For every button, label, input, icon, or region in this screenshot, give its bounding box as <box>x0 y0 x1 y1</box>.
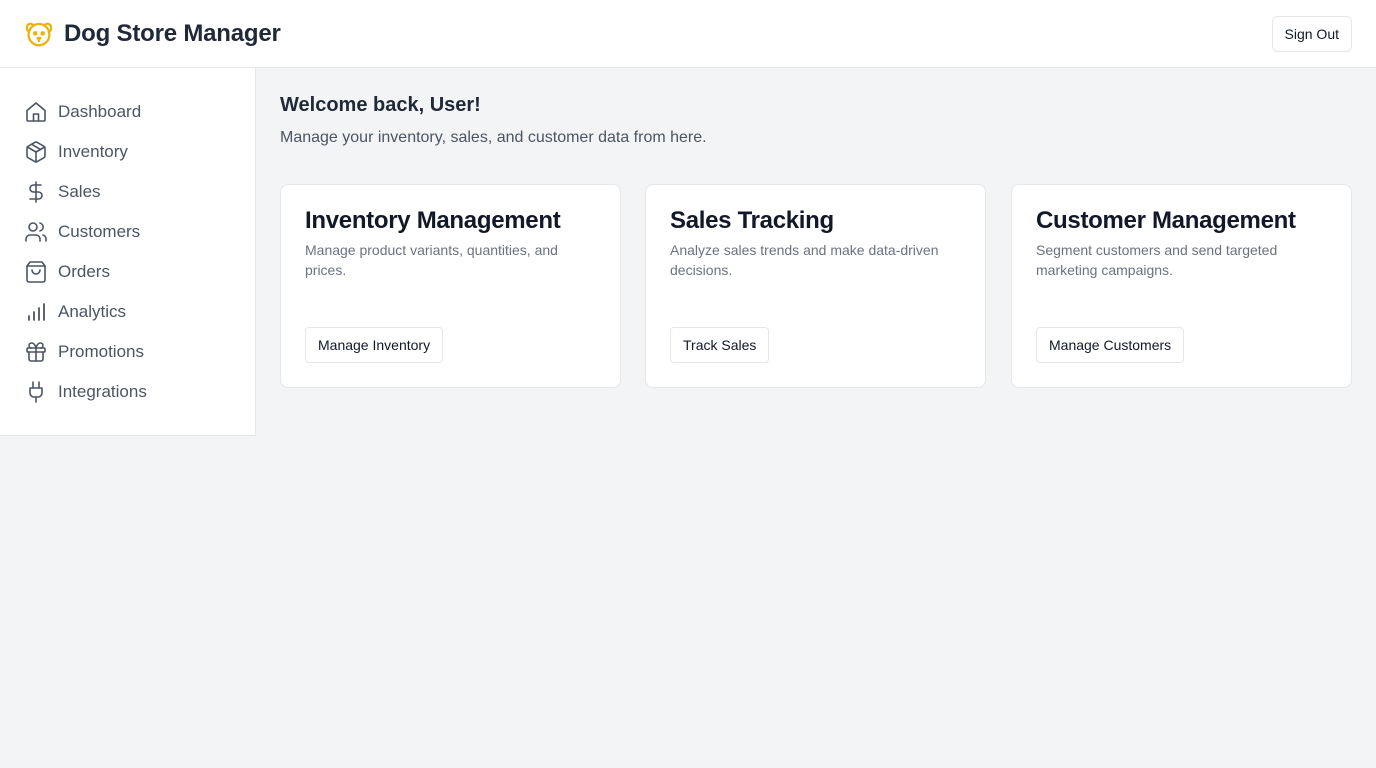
sidebar-item-dashboard[interactable]: Dashboard <box>0 92 255 132</box>
sidebar-item-label: Sales <box>58 182 101 201</box>
welcome-subtitle: Manage your inventory, sales, and custom… <box>280 129 707 146</box>
sign-out-button[interactable]: Sign Out <box>1271 15 1352 52</box>
sidebar-item-label: Promotions <box>58 342 144 361</box>
gift-icon <box>26 342 46 362</box>
card-title: Customer Management <box>1036 207 1296 234</box>
sidebar-item-label: Integrations <box>58 382 147 401</box>
sales-tracking-card: Sales Tracking Analyze sales trends and … <box>645 184 986 388</box>
sidebar: Dashboard Inventory Sales Customers Orde… <box>0 68 256 436</box>
sidebar-item-label: Dashboard <box>58 102 142 121</box>
app-title: Dog Store Manager <box>64 19 281 47</box>
home-icon <box>26 102 46 122</box>
sidebar-item-orders[interactable]: Orders <box>0 252 255 292</box>
shopping-bag-icon <box>26 261 46 283</box>
sidebar-item-customers[interactable]: Customers <box>0 212 255 252</box>
main-content: Welcome back, User! Manage your inventor… <box>280 68 1352 388</box>
card-description: Analyze sales trends and make data-drive… <box>670 242 939 278</box>
sidebar-item-sales[interactable]: Sales <box>0 172 255 212</box>
sidebar-item-label: Customers <box>58 222 141 241</box>
plug-icon <box>29 381 43 403</box>
package-icon <box>26 141 46 163</box>
dog-icon <box>25 22 53 46</box>
top-header: Dog Store Manager Sign Out <box>0 0 1376 68</box>
sidebar-item-label: Orders <box>58 262 110 281</box>
card-title: Inventory Management <box>305 207 561 234</box>
inventory-management-card: Inventory Management Manage product vari… <box>280 184 621 388</box>
welcome-heading: Welcome back, User! <box>280 94 481 116</box>
sidebar-item-promotions[interactable]: Promotions <box>0 332 255 372</box>
manage-customers-button[interactable]: Manage Customers <box>1036 327 1185 363</box>
bar-chart-icon <box>28 303 45 321</box>
sidebar-item-label: Inventory <box>58 142 128 161</box>
customer-management-card: Customer Management Segment customers an… <box>1011 184 1352 388</box>
card-description: Segment customers and send targeted mark… <box>1036 242 1278 278</box>
track-sales-button[interactable]: Track Sales <box>670 327 770 363</box>
card-description: Manage product variants, quantities, and… <box>305 242 558 278</box>
users-icon <box>25 222 47 242</box>
sidebar-item-integrations[interactable]: Integrations <box>0 372 255 412</box>
sidebar-item-analytics[interactable]: Analytics <box>0 292 255 332</box>
dollar-icon <box>29 181 43 203</box>
feature-cards: Inventory Management Manage product vari… <box>280 184 1352 388</box>
sidebar-item-inventory[interactable]: Inventory <box>0 132 255 172</box>
manage-inventory-button[interactable]: Manage Inventory <box>305 327 444 363</box>
sidebar-item-label: Analytics <box>58 302 127 321</box>
card-title: Sales Tracking <box>670 207 834 234</box>
brand: Dog Store Manager <box>24 19 281 49</box>
